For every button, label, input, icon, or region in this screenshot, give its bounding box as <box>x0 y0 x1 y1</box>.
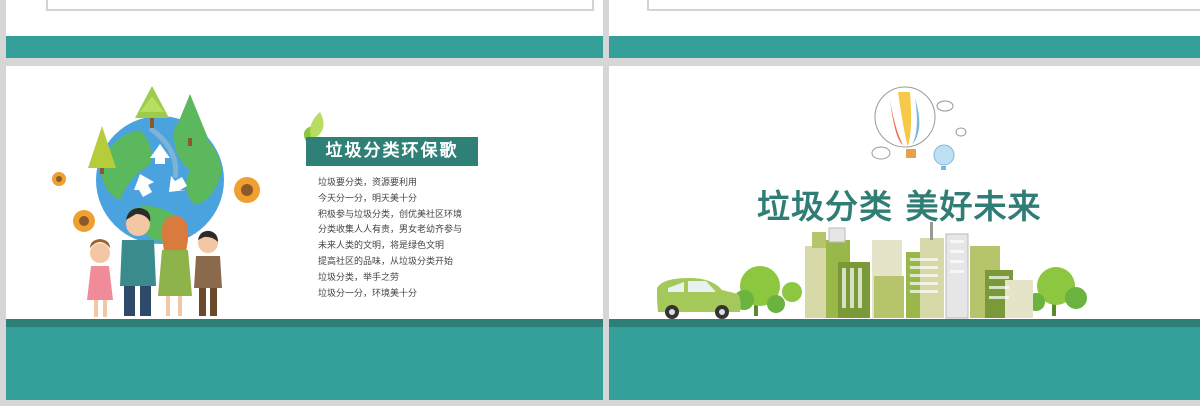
slogan-heading: 垃圾分类 美好未来 <box>757 187 1042 226</box>
city-skyline-icon <box>805 222 1033 319</box>
small-balloon-icon <box>933 144 955 170</box>
tree-icon <box>1027 267 1087 316</box>
car-icon <box>657 278 741 319</box>
